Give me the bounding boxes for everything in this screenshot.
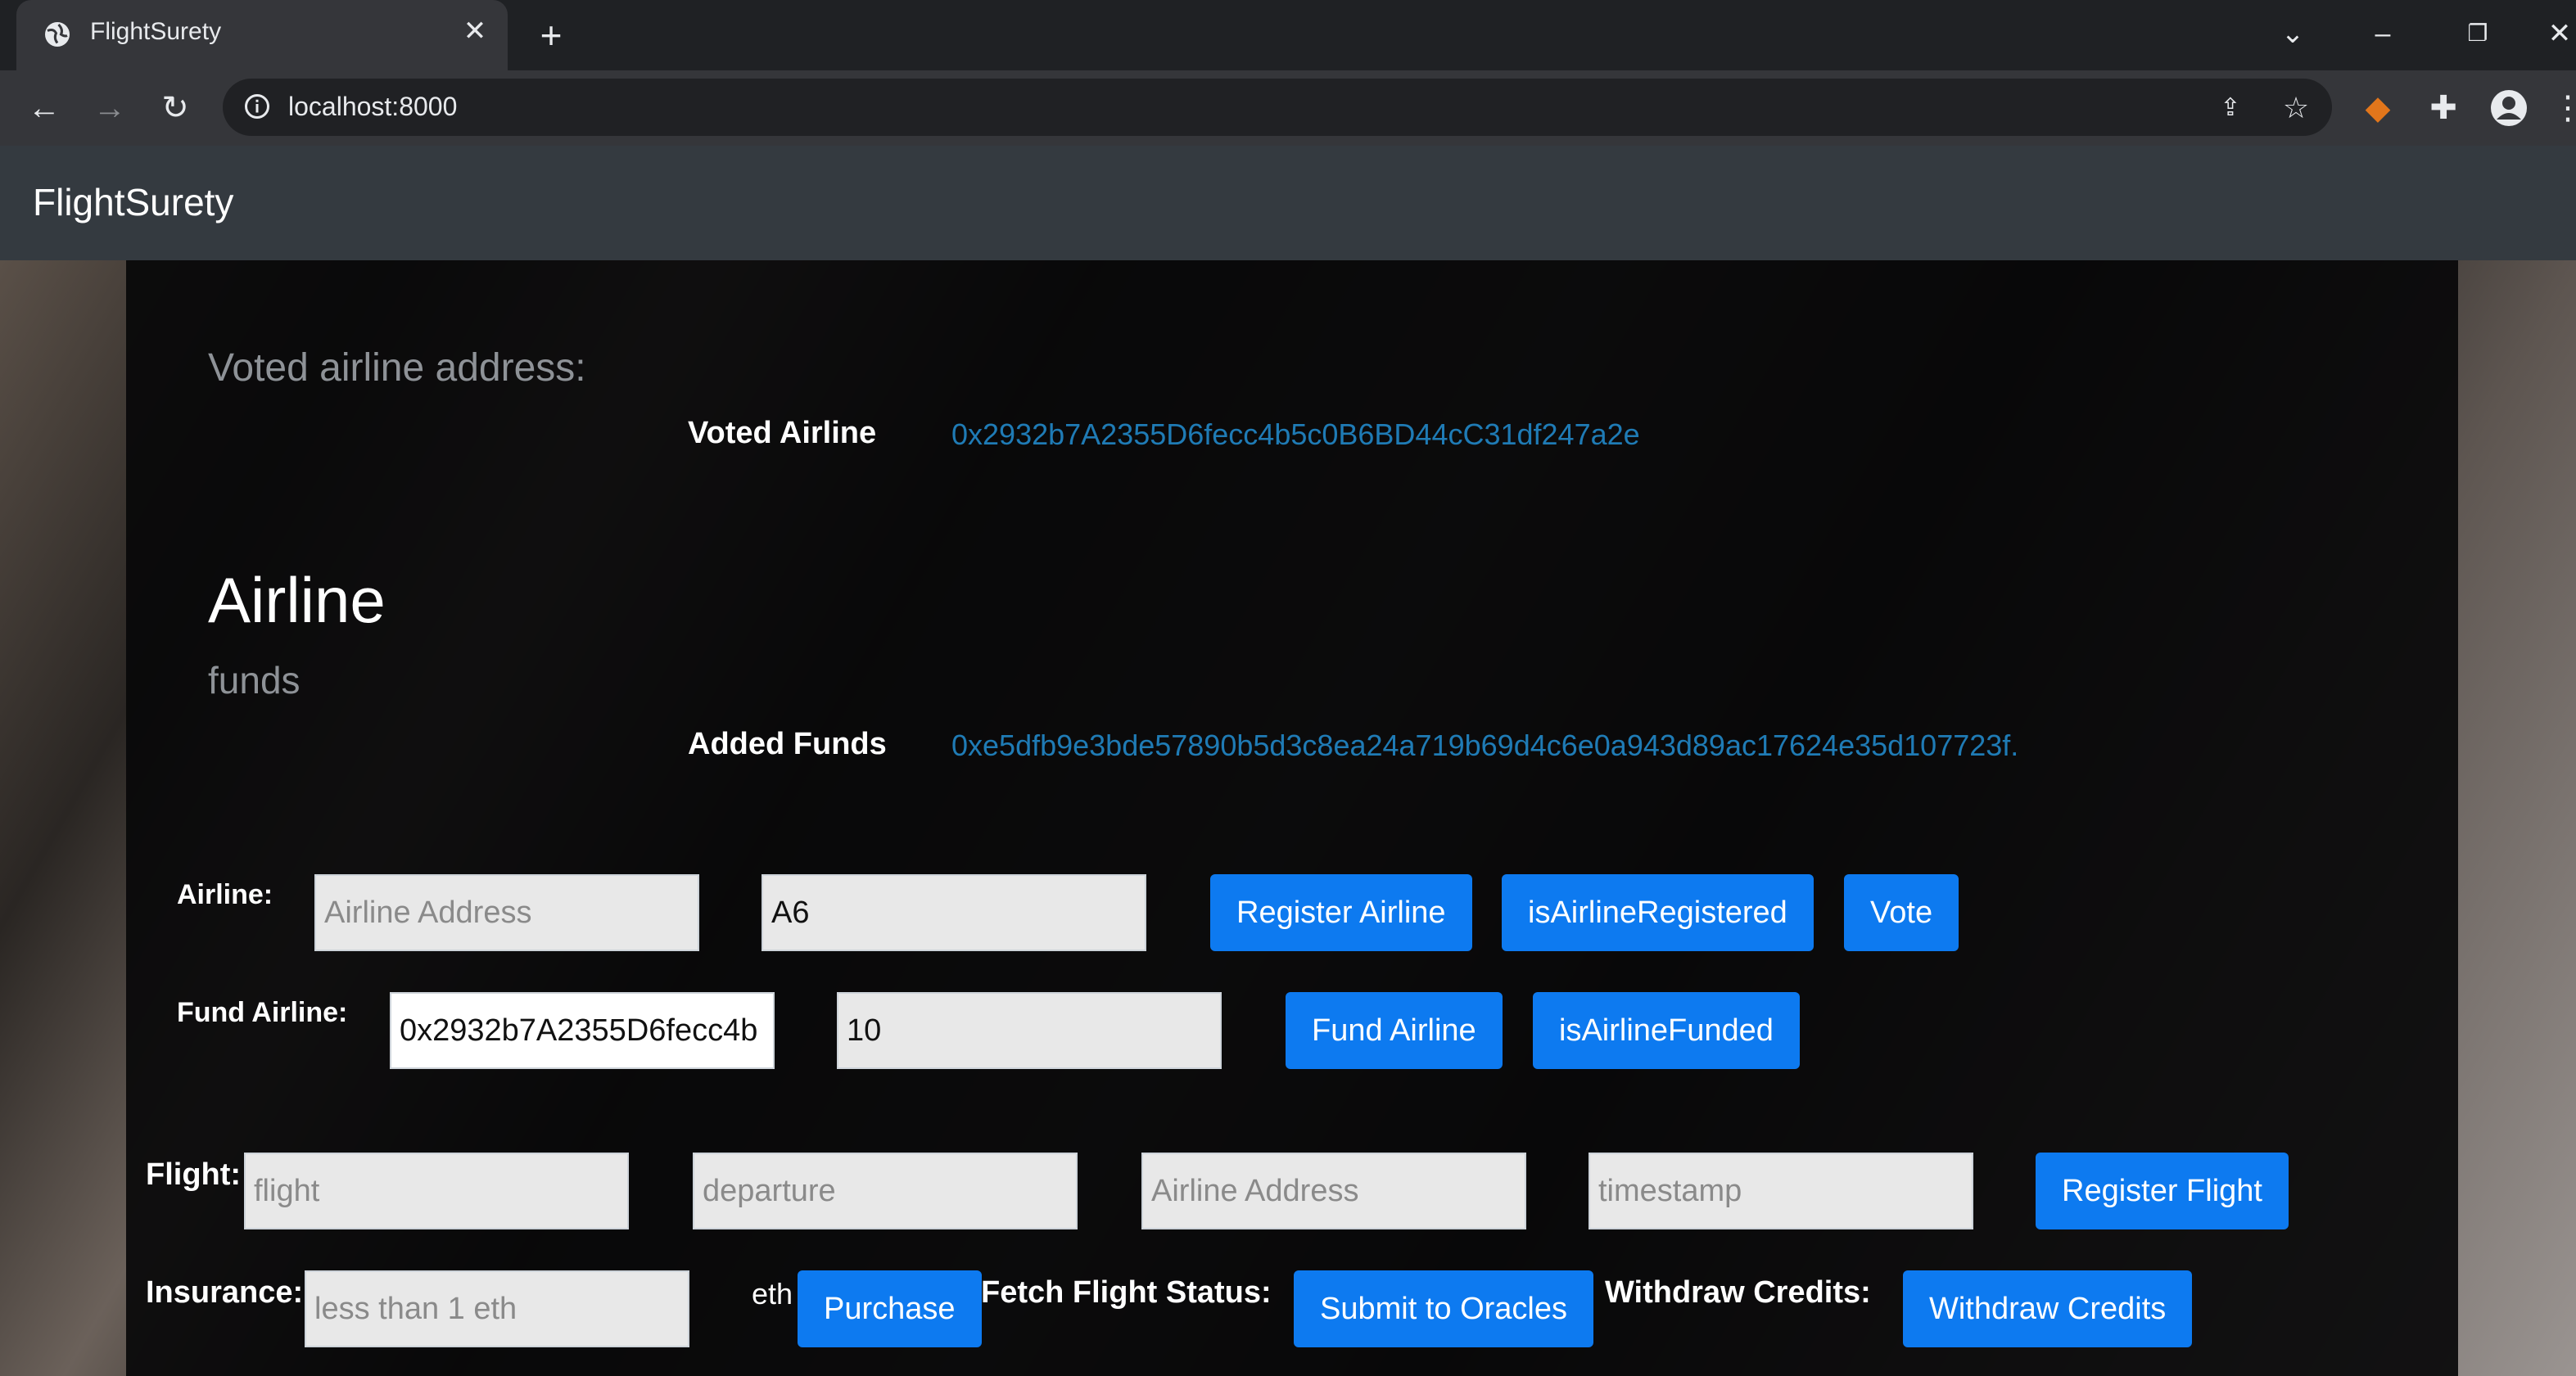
- airline-form-label: Airline:: [177, 879, 273, 910]
- flight-input[interactable]: [244, 1153, 629, 1229]
- register-flight-button[interactable]: Register Flight: [2036, 1153, 2289, 1229]
- new-tab-icon[interactable]: +: [531, 15, 572, 56]
- extensions-puzzle-icon[interactable]: ✚: [2424, 88, 2463, 128]
- minimize-icon[interactable]: –: [2358, 13, 2407, 54]
- browser-tab[interactable]: FlightSurety ✕: [16, 0, 508, 70]
- reload-icon[interactable]: ↻: [152, 85, 198, 131]
- tab-title: FlightSurety: [90, 18, 222, 45]
- timestamp-input[interactable]: [1589, 1153, 1973, 1229]
- departure-input[interactable]: [693, 1153, 1078, 1229]
- insurance-form-label: Insurance:: [146, 1275, 304, 1310]
- share-icon[interactable]: ⇪: [2212, 90, 2248, 126]
- funds-subheading: funds: [208, 659, 301, 702]
- is-airline-registered-button[interactable]: isAirlineRegistered: [1502, 874, 1814, 951]
- withdraw-credits-button[interactable]: Withdraw Credits: [1903, 1270, 2193, 1347]
- globe-icon: [45, 22, 70, 47]
- purchase-button[interactable]: Purchase: [798, 1270, 982, 1347]
- app-navbar: FlightSurety: [0, 146, 2576, 260]
- voted-airline-label: Voted Airline: [688, 416, 877, 450]
- fetch-flight-status-label: Fetch Flight Status:: [981, 1275, 1272, 1310]
- profile-avatar-icon[interactable]: [2489, 88, 2529, 128]
- register-airline-button[interactable]: Register Airline: [1210, 874, 1472, 951]
- browser-toolbar: ← → ↻ localhost:8000 ⇪ ☆ ◆ ✚ ⋮: [0, 70, 2576, 147]
- withdraw-credits-label: Withdraw Credits:: [1605, 1275, 1871, 1310]
- metamask-fox-icon[interactable]: ◆: [2358, 88, 2397, 128]
- voted-section-label: Voted airline address:: [208, 346, 586, 390]
- tab-search-icon[interactable]: ⌄: [2268, 13, 2317, 54]
- fund-airline-address-input[interactable]: [390, 992, 775, 1069]
- info-icon[interactable]: [242, 92, 272, 121]
- address-bar[interactable]: localhost:8000 ⇪ ☆: [223, 79, 2332, 136]
- fund-airline-button[interactable]: Fund Airline: [1286, 992, 1503, 1069]
- airline-address-input[interactable]: [314, 874, 699, 951]
- eth-unit-label: eth: [752, 1277, 793, 1311]
- added-funds-label: Added Funds: [688, 727, 887, 761]
- added-funds-value: 0xe5dfb9e3bde57890b5d3c8ea24a719b69d4c6e…: [951, 729, 2019, 762]
- browser-tab-strip: FlightSurety ✕ + ⌄ – ❐ ✕: [0, 0, 2576, 70]
- submit-to-oracles-button[interactable]: Submit to Oracles: [1294, 1270, 1593, 1347]
- fund-airline-label: Fund Airline:: [177, 997, 348, 1028]
- back-icon[interactable]: ←: [21, 85, 67, 131]
- flight-form-label: Flight:: [146, 1157, 242, 1192]
- menu-kebab-icon[interactable]: ⋮: [2551, 88, 2576, 128]
- main-content: Voted airline address: Voted Airline 0x2…: [126, 260, 2458, 1376]
- brand-title[interactable]: FlightSurety: [33, 180, 233, 224]
- close-tab-icon[interactable]: ✕: [459, 15, 491, 47]
- url-text: localhost:8000: [288, 92, 458, 121]
- airline-name-input[interactable]: [762, 874, 1146, 951]
- insurance-amount-input[interactable]: [305, 1270, 689, 1347]
- close-window-icon[interactable]: ✕: [2535, 13, 2576, 54]
- airline-heading: Airline: [208, 564, 386, 636]
- flight-airline-address-input[interactable]: [1141, 1153, 1526, 1229]
- bookmark-star-icon[interactable]: ☆: [2278, 90, 2314, 126]
- restore-icon[interactable]: ❐: [2453, 13, 2502, 54]
- fund-amount-input[interactable]: [837, 992, 1222, 1069]
- forward-icon[interactable]: →: [87, 85, 133, 131]
- voted-airline-value: 0x2932b7A2355D6fecc4b5c0B6BD44cC31df247a…: [951, 417, 1640, 451]
- vote-button[interactable]: Vote: [1844, 874, 1959, 951]
- is-airline-funded-button[interactable]: isAirlineFunded: [1533, 992, 1800, 1069]
